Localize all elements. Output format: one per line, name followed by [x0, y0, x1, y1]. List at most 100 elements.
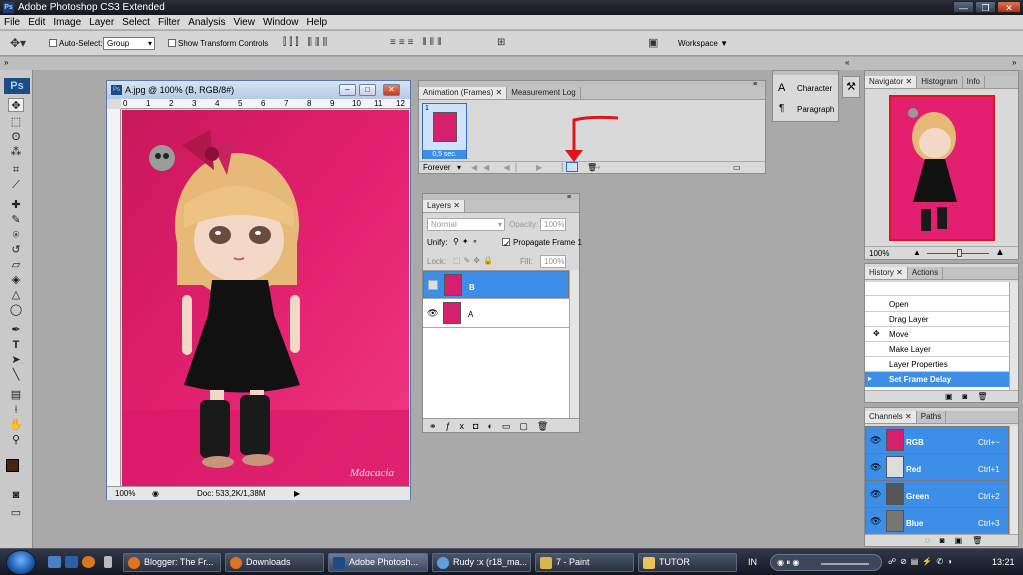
loop-select[interactable]: Forever — [423, 163, 451, 172]
tab-navigator[interactable]: Navigator ✕ — [865, 76, 918, 88]
workspace-camera-icon[interactable]: ▣ — [648, 37, 658, 49]
fill-field[interactable]: 100% — [540, 255, 566, 268]
taskbar-rudy[interactable]: Rudy :x (r18_ma... — [432, 553, 531, 572]
brush-tool-icon[interactable]: ✎ — [8, 213, 24, 227]
language-indicator[interactable]: IN — [748, 557, 757, 567]
eye-icon[interactable]: 👁 — [870, 435, 881, 446]
auto-select-checkbox[interactable] — [49, 39, 57, 47]
move-tool-preset-icon[interactable]: ✥▾ — [10, 37, 26, 49]
menu-layer[interactable]: Layer — [85, 15, 118, 29]
animation-frame-1[interactable]: 1 0,5 sec. — [422, 103, 467, 159]
slice-tool-icon[interactable]: ⟋ — [8, 178, 24, 192]
doc-zoom-level[interactable]: 100% — [115, 487, 135, 501]
menu-file[interactable]: File — [0, 15, 24, 29]
media-player-toolbar[interactable]: ◉ ⏸ ◉ — [770, 554, 882, 571]
convert-timeline-icon[interactable]: ▭ — [733, 163, 741, 172]
taskbar-photoshop[interactable]: Adobe Photosh... — [328, 553, 428, 572]
history-item[interactable]: Layer Properties — [865, 357, 1009, 372]
history-item[interactable]: Open — [865, 297, 1009, 312]
channels-footer-icons[interactable]: ◌◙▣🗑 — [865, 534, 1018, 546]
doc-info-arrow-icon[interactable]: ▶ — [294, 487, 300, 501]
foreground-color-swatch[interactable] — [6, 459, 19, 472]
eye-icon[interactable]: 👁 — [870, 462, 881, 473]
move-tool-icon[interactable]: ✥ — [8, 98, 24, 112]
switch-windows-icon[interactable] — [65, 556, 78, 568]
lock-icons[interactable]: ⬚✎✥🔒 — [453, 256, 496, 265]
show-desktop-icon[interactable] — [48, 556, 61, 568]
dock-collapse-icon[interactable]: « — [845, 58, 849, 67]
history-item-selected[interactable]: ▸ Set Frame Delay — [865, 372, 1009, 387]
marquee-tool-icon[interactable]: ⬚ — [8, 115, 24, 129]
paragraph-button[interactable]: ¶ Paragraph — [775, 99, 837, 119]
align-icons[interactable]: ⫿⫿⫿ ⫼⫼⫼ — [283, 37, 330, 49]
auto-align-icon[interactable]: ⊞ — [497, 37, 505, 49]
tray-icons[interactable]: ☍⊘▤⚡✆◑ — [888, 557, 956, 566]
tab-measurement-log[interactable]: Measurement Log — [507, 87, 581, 99]
zoom-out-icon[interactable]: ▲ — [913, 248, 921, 257]
history-item[interactable]: Make Layer — [865, 342, 1009, 357]
frame-delay[interactable]: 0,5 sec. — [423, 150, 466, 159]
blend-mode-select[interactable]: Normal ▾ — [427, 218, 505, 231]
tab-animation-frames[interactable]: Animation (Frames) ✕ — [419, 87, 508, 99]
close-button[interactable]: ✕ — [997, 1, 1021, 13]
eyedropper-icon[interactable]: ⟊ — [8, 403, 24, 417]
document-canvas[interactable]: Mdacacia — [122, 110, 409, 486]
layer-name[interactable]: B — [469, 282, 475, 293]
type-tool-icon[interactable]: T — [8, 338, 24, 352]
screen-mode-icon[interactable]: ▭ — [8, 506, 24, 520]
history-item[interactable]: ✥ Move — [865, 327, 1009, 342]
delete-frame-icon[interactable]: 🗑 — [587, 163, 597, 172]
menu-window[interactable]: Window — [259, 15, 303, 29]
menu-view[interactable]: View — [229, 15, 259, 29]
maximize-button[interactable]: ❐ — [975, 1, 996, 13]
character-button[interactable]: A Character — [775, 78, 837, 98]
menu-help[interactable]: Help — [303, 15, 332, 29]
eye-icon[interactable]: 👁 — [870, 516, 881, 527]
history-snapshot-row[interactable] — [865, 282, 1009, 296]
menu-filter[interactable]: Filter — [154, 15, 184, 29]
media-controls-icon[interactable]: ◉ ⏸ ◉ — [777, 558, 799, 568]
media-volume-slider[interactable] — [821, 563, 869, 565]
magic-wand-icon[interactable]: ⁂ — [8, 145, 24, 159]
collapse-arrows-icon[interactable]: » — [4, 58, 8, 67]
menu-select[interactable]: Select — [118, 15, 154, 29]
healing-brush-icon[interactable]: ✚ — [8, 198, 24, 212]
path-selection-icon[interactable]: ➤ — [8, 353, 24, 367]
minimize-button[interactable]: — — [953, 1, 974, 13]
doc-maximize-button[interactable]: □ — [359, 84, 376, 96]
layers-footer-icons[interactable]: ⚭ƒx◘◐▭▢🗑 — [423, 418, 579, 432]
layers-panel-menu-icon[interactable]: ≡ — [567, 194, 571, 201]
quick-mask-icon[interactable]: ◙ — [8, 488, 24, 502]
layer-row-b[interactable]: B — [423, 271, 569, 299]
channels-scrollbar[interactable] — [1009, 426, 1018, 534]
doc-close-button[interactable]: ✕ — [383, 84, 400, 96]
workspace-menu[interactable]: Workspace ▼ — [678, 39, 728, 48]
layer-row-a[interactable]: 👁 A — [423, 300, 569, 328]
loop-dropdown-icon[interactable]: ▾ — [457, 163, 461, 172]
tab-actions[interactable]: Actions — [908, 267, 944, 279]
layer-name[interactable]: A — [468, 310, 473, 319]
firefox-quicklaunch-icon[interactable] — [82, 556, 95, 568]
history-brush-icon[interactable]: ↺ — [8, 243, 24, 257]
channel-row-blue[interactable]: 👁 Blue Ctrl+3 — [865, 507, 1009, 535]
tab-layers[interactable]: Layers ✕ — [423, 200, 465, 212]
eye-icon[interactable]: 👁 — [427, 308, 438, 319]
tab-channels[interactable]: Channels ✕ — [865, 411, 917, 423]
propagate-checkbox[interactable]: ✓ — [502, 238, 511, 249]
animation-panel-menu-icon[interactable]: ≡ — [753, 81, 757, 88]
tab-paths[interactable]: Paths — [917, 411, 947, 423]
tool-presets-icon[interactable]: ⚒ — [842, 76, 860, 98]
history-footer-icons[interactable]: ▣◙🗑 — [865, 390, 1018, 402]
channel-row-red[interactable]: 👁 Red Ctrl+1 — [865, 453, 1009, 481]
taskbar-tutor[interactable]: TUTOR — [638, 553, 737, 572]
layers-scrollbar[interactable] — [569, 270, 579, 418]
quicklaunch-expand-icon[interactable] — [104, 556, 112, 568]
eye-icon[interactable]: 👁 — [870, 489, 881, 500]
zoom-tool-icon[interactable]: ⚲ — [8, 433, 24, 447]
notes-tool-icon[interactable]: ▤ — [8, 388, 24, 402]
tab-info[interactable]: Info — [963, 76, 985, 88]
pen-tool-icon[interactable]: ✒ — [8, 323, 24, 337]
layer-visibility-toggle[interactable] — [428, 280, 438, 290]
crop-tool-icon[interactable]: ⌗ — [8, 163, 24, 177]
channel-row-rgb[interactable]: 👁 RGB Ctrl+~ — [865, 426, 1009, 454]
